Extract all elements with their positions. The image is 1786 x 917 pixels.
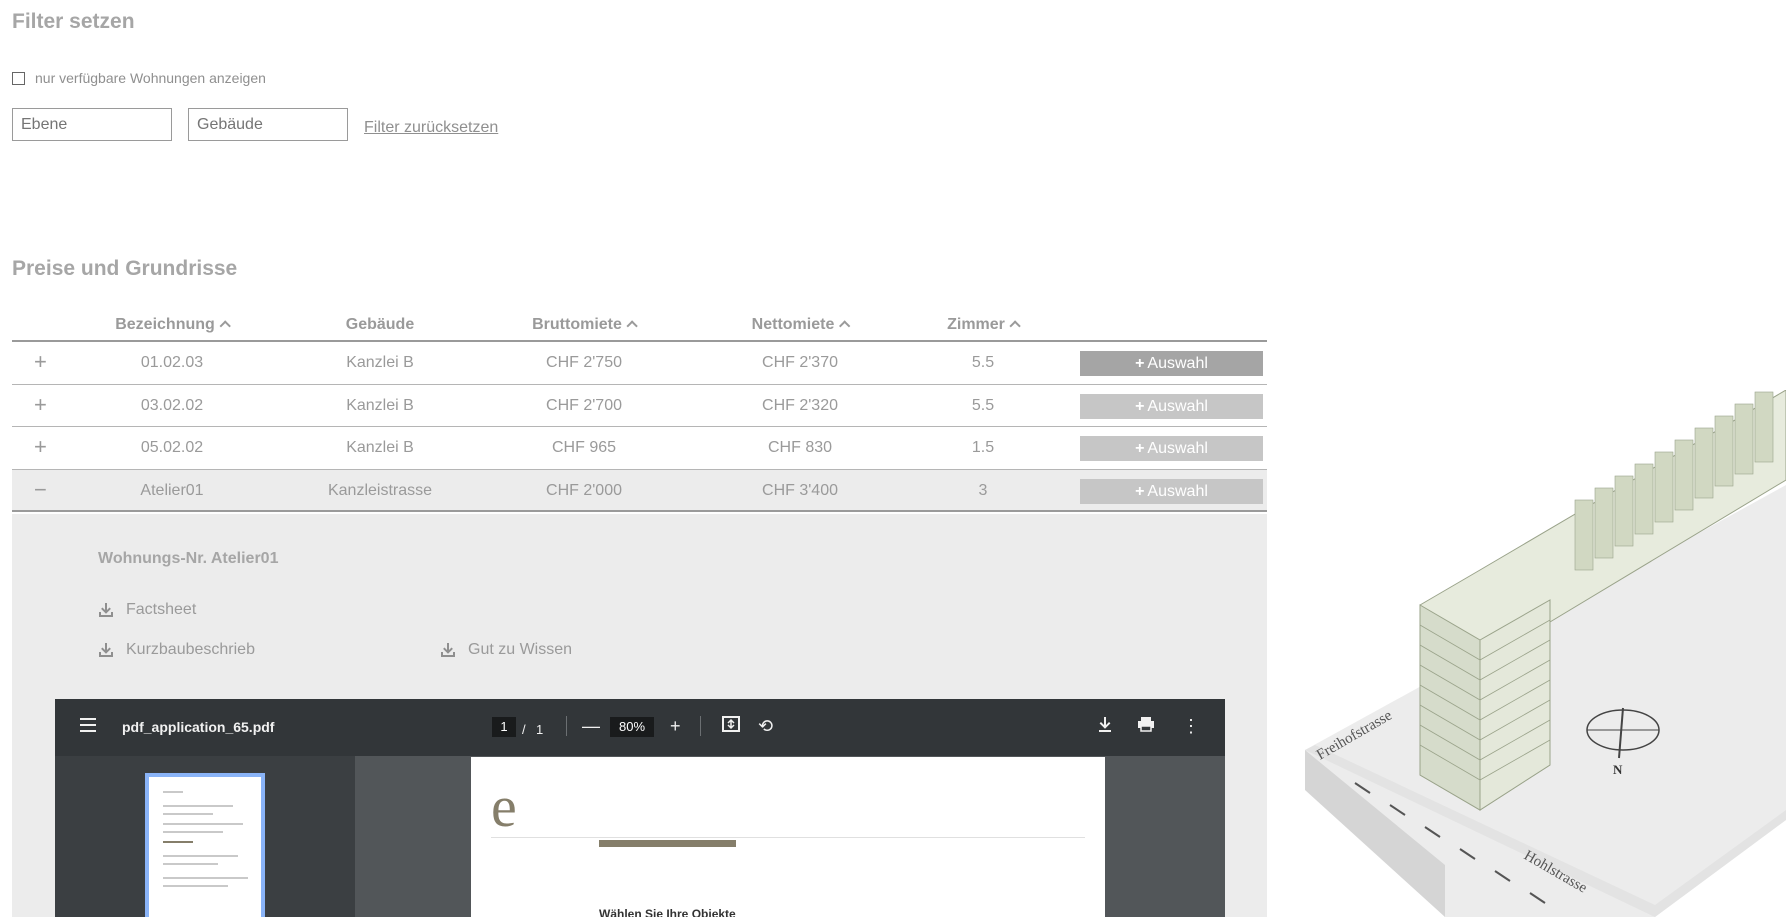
cell-building: Kanzlei B (346, 396, 414, 414)
cell-rooms: 5.5 (971, 396, 995, 414)
page-number-input[interactable]: 1 (492, 717, 516, 737)
expand-icon[interactable]: + (34, 349, 47, 375)
reset-filter-link[interactable]: Filter zurücksetzen (364, 119, 498, 137)
building-map-illustration: N Freihofstrasse Hohlstrasse (1305, 389, 1786, 917)
page-divider (491, 837, 1085, 838)
zoom-out-icon[interactable]: — (582, 716, 600, 736)
page-thumbnail[interactable] (145, 773, 265, 917)
accent-bar (599, 840, 736, 847)
apartment-detail-panel: Wohnungs-Nr. Atelier01 Factsheet Kurzbau… (12, 514, 1267, 917)
zoom-in-icon[interactable]: + (670, 716, 681, 736)
table-row[interactable]: + 03.02.02 Kanzlei B CHF 2'700 CHF 2'320… (12, 385, 1267, 427)
expand-icon[interactable]: + (34, 392, 47, 418)
cell-gross: CHF 2'700 (546, 396, 622, 414)
compass-north-label: N (1613, 762, 1623, 777)
select-button[interactable]: + Auswahl (1080, 436, 1263, 461)
download-label: Factsheet (126, 601, 197, 618)
pdf-viewer: pdf_application_65.pdf 1 / 1 — 80% + ⟲ ⋮ (55, 699, 1225, 917)
pdf-filename: pdf_application_65.pdf (122, 719, 275, 735)
header-name[interactable]: Bezeichnung (115, 316, 231, 334)
download-icon[interactable] (1098, 716, 1112, 736)
cell-name: Atelier01 (140, 481, 204, 499)
plus-icon: + (1135, 355, 1145, 372)
filter-title: Filter setzen (12, 10, 135, 33)
cell-name: 01.02.03 (140, 354, 204, 371)
company-logo: e (491, 774, 517, 839)
cell-net: CHF 3'400 (762, 481, 838, 499)
download-factsheet[interactable]: Factsheet (98, 601, 196, 619)
cell-building: Kanzleistrasse (327, 481, 433, 499)
cell-name: 03.02.02 (140, 396, 204, 414)
expand-icon[interactable]: + (34, 434, 47, 460)
select-button[interactable]: + Auswahl (1080, 478, 1263, 504)
cell-net: CHF 2'320 (762, 396, 838, 414)
cell-net: CHF 2'370 (762, 354, 838, 371)
table-row[interactable]: + 05.02.02 Kanzlei B CHF 965 CHF 830 1.5… (12, 427, 1267, 470)
cell-net: CHF 830 (767, 439, 833, 456)
download-gut-zu-wissen[interactable]: Gut zu Wissen (440, 641, 572, 659)
download-icon (440, 642, 456, 658)
cell-rooms: 3 (978, 481, 988, 499)
download-label: Kurzbaubeschrieb (126, 641, 255, 658)
cell-name: 05.02.02 (140, 439, 204, 456)
print-icon[interactable] (1137, 716, 1155, 736)
header-net[interactable]: Nettomiete (752, 316, 851, 334)
cell-gross: CHF 965 (551, 439, 617, 456)
cell-building: Kanzlei B (346, 354, 414, 371)
sort-icon (626, 320, 638, 332)
more-options-icon[interactable]: ⋮ (1182, 716, 1200, 736)
zoom-level[interactable]: 80% (610, 717, 654, 737)
pdf-thumbnail-sidebar (55, 756, 355, 917)
download-icon (98, 642, 114, 658)
sort-icon (1009, 320, 1021, 332)
download-label: Gut zu Wissen (468, 641, 573, 658)
cell-gross: CHF 2'000 (546, 481, 622, 499)
table-row-expanded[interactable]: − Atelier01 Kanzleistrasse CHF 2'000 CHF… (12, 469, 1267, 512)
filter-row: Filter zurücksetzen (12, 108, 498, 141)
download-kurzbaubeschrieb[interactable]: Kurzbaubeschrieb (98, 641, 255, 659)
toolbar-divider (566, 716, 567, 736)
pdf-toolbar: pdf_application_65.pdf 1 / 1 — 80% + ⟲ ⋮ (55, 699, 1225, 756)
page-separator: / (522, 722, 526, 737)
page-total: 1 (536, 722, 544, 737)
menu-icon[interactable] (80, 718, 96, 736)
cell-building: Kanzlei B (346, 439, 414, 456)
collapse-icon[interactable]: − (34, 477, 47, 503)
toolbar-divider (700, 716, 701, 736)
apartment-table: Bezeichnung Gebäude Bruttomiete Nettomie… (12, 310, 1267, 512)
header-rooms[interactable]: Zimmer (947, 316, 1021, 334)
select-button[interactable]: + Auswahl (1080, 351, 1263, 376)
apartment-title: Wohnungs-Nr. Atelier01 (98, 550, 279, 567)
header-gross[interactable]: Bruttomiete (532, 316, 638, 334)
cell-rooms: 1.5 (971, 439, 995, 456)
header-building: Gebäude (345, 316, 415, 333)
available-only-checkbox[interactable] (12, 71, 25, 85)
sort-icon (838, 320, 851, 332)
level-filter-input[interactable] (12, 108, 172, 141)
available-only-option[interactable]: nur verfügbare Wohnungen anzeigen (12, 70, 266, 86)
table-header: Bezeichnung Gebäude Bruttomiete Nettomie… (12, 310, 1267, 342)
cell-rooms: 5.5 (971, 354, 995, 371)
building-map[interactable]: N Freihofstrasse Hohlstrasse (1295, 389, 1786, 917)
section-title: Preise und Grundrisse (12, 257, 238, 280)
plus-icon: + (1135, 397, 1145, 415)
page-heading: Wählen Sie Ihre Objekte (599, 907, 736, 917)
cell-gross: CHF 2'750 (546, 354, 622, 371)
table-row[interactable]: + 01.02.03 Kanzlei B CHF 2'750 CHF 2'370… (12, 342, 1267, 385)
plus-icon: + (1135, 440, 1145, 457)
select-button[interactable]: + Auswahl (1080, 393, 1263, 419)
fit-page-icon[interactable] (722, 716, 740, 736)
available-only-label: nur verfügbare Wohnungen anzeigen (35, 70, 266, 86)
sort-icon (219, 320, 231, 332)
download-icon (98, 602, 114, 618)
building-filter-input[interactable] (188, 108, 348, 141)
pdf-page: e Wählen Sie Ihre Objekte (471, 757, 1105, 917)
rotate-icon[interactable]: ⟲ (758, 716, 773, 736)
plus-icon: + (1135, 482, 1145, 500)
